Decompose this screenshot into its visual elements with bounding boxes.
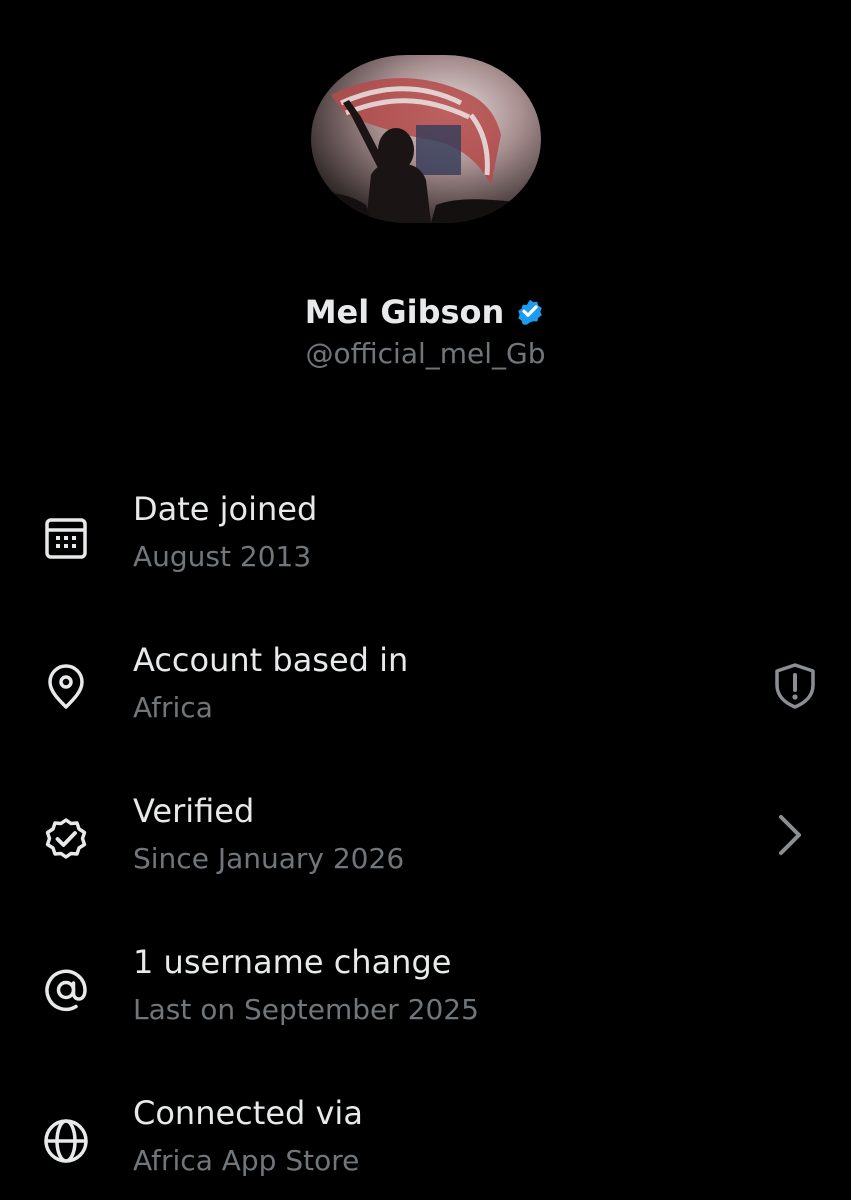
globe-icon <box>40 1115 92 1167</box>
at-sign-icon <box>40 964 92 1016</box>
row-title: 1 username change <box>133 943 452 981</box>
row-title: Account based in <box>133 641 409 679</box>
avatar-image <box>311 55 541 223</box>
row-subtitle: August 2013 <box>133 540 312 573</box>
verified-badge-outline-icon <box>40 813 92 865</box>
chevron-right-icon[interactable] <box>763 809 815 861</box>
profile-name: Mel Gibson <box>304 293 505 331</box>
row-subtitle: Last on September 2025 <box>133 993 479 1026</box>
row-title: Date joined <box>133 490 318 528</box>
row-title: Connected via <box>133 1094 363 1132</box>
row-username-change: 1 username change Last on September 2025 <box>0 942 851 1042</box>
calendar-icon <box>40 511 92 563</box>
location-pin-icon <box>40 662 92 714</box>
profile-handle: @official_mel_Gb <box>305 337 546 370</box>
row-verified[interactable]: Verified Since January 2026 <box>0 791 851 891</box>
row-subtitle: Since January 2026 <box>133 842 405 875</box>
row-title: Verified <box>133 792 255 830</box>
shield-alert-icon[interactable] <box>769 660 821 712</box>
row-account-based-in: Account based in Africa <box>0 640 851 740</box>
row-date-joined: Date joined August 2013 <box>0 489 851 589</box>
avatar[interactable] <box>311 55 541 223</box>
verified-badge-icon <box>518 299 543 325</box>
row-connected-via: Connected via Africa App Store <box>0 1093 851 1193</box>
row-subtitle: Africa <box>133 691 213 724</box>
profile-name-row: Mel Gibson <box>0 292 851 332</box>
row-subtitle: Africa App Store <box>133 1144 360 1177</box>
